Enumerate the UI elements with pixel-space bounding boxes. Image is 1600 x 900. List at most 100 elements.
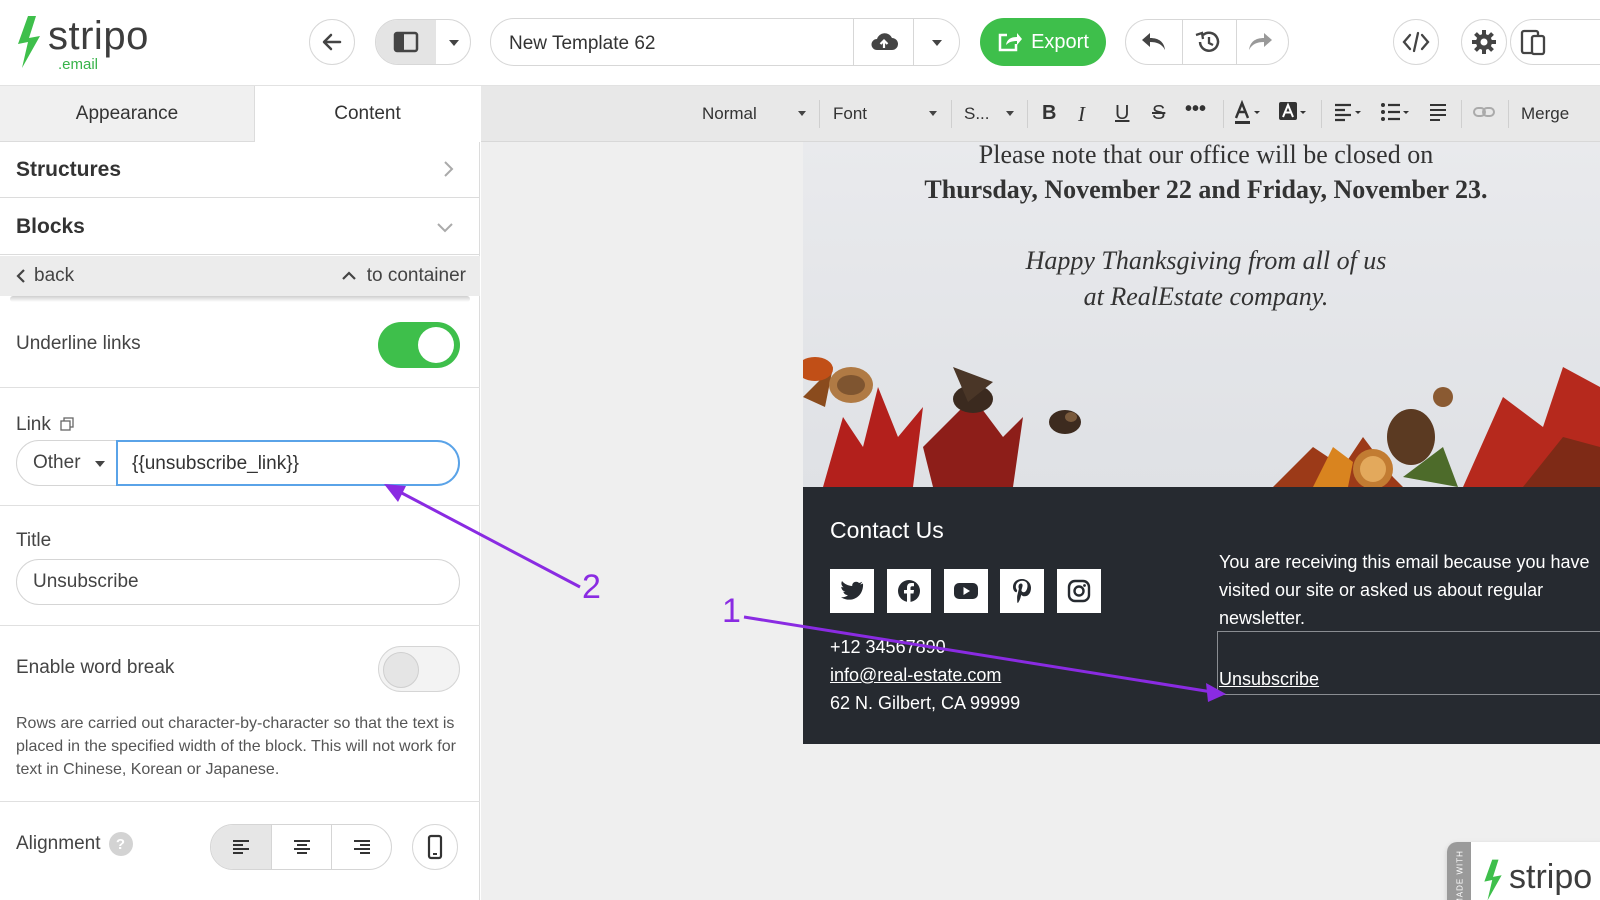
chevron-left-icon [16,269,25,283]
settings-button[interactable] [1461,19,1507,65]
block-navigation-bar: back to container [0,256,480,296]
facebook-social-link[interactable] [887,569,931,613]
save-dropdown-caret[interactable] [932,40,942,46]
paragraph-spacing-icon [1430,104,1446,121]
notice-line-3[interactable]: Happy Thanksgiving from all of us [803,246,1600,276]
background-color-button[interactable] [1278,100,1308,131]
text-align-button[interactable] [1333,100,1365,131]
link-title-input[interactable]: Unsubscribe [16,559,460,605]
mobile-alignment-button[interactable] [412,824,458,870]
word-break-label: Enable word break [16,657,175,678]
notice-line-1[interactable]: Please note that our office will be clos… [803,142,1600,170]
contact-heading[interactable]: Contact Us [830,517,944,544]
underline-links-toggle[interactable] [378,322,460,368]
list-button[interactable] [1380,100,1412,131]
undo-button[interactable] [1140,30,1168,59]
export-button[interactable]: Export [980,18,1106,66]
copy-icon[interactable] [60,417,74,431]
notice-line-2[interactable]: Thursday, November 22 and Friday, Novemb… [803,175,1600,205]
link-url-input[interactable]: {{unsubscribe_link}} [116,440,460,486]
layout-dropdown-caret[interactable] [449,40,459,46]
email-footer[interactable]: Contact Us +12 34567890 info@real-estate… [803,487,1600,744]
logo-sub: .email [58,56,99,73]
bold-button[interactable]: B [1042,102,1056,125]
alignment-label-text: Alignment [16,833,101,854]
help-icon[interactable]: ? [108,832,133,856]
italic-button[interactable]: I [1078,102,1085,127]
insert-link-button[interactable] [1473,104,1495,124]
contact-phone[interactable]: +12 34567890 [830,637,946,658]
panel-layout-button[interactable] [376,20,436,64]
template-name-field[interactable]: New Template 62 [490,18,960,66]
made-with-label: MADE WITH [1455,850,1465,900]
to-container-label: to container [366,265,466,286]
contact-address[interactable]: 62 N. Gilbert, CA 99999 [830,693,1020,714]
youtube-social-link[interactable] [944,569,988,613]
stripo-logo[interactable]: stripo .email [14,12,164,73]
underline-links-label: Underline links [16,333,141,354]
template-name[interactable]: New Template 62 [509,33,655,55]
more-formatting-button[interactable]: ••• [1185,98,1206,121]
text-format-toolbar: Normal Font S... B I U S ••• Merge [481,86,1600,142]
twitter-icon [841,581,864,600]
font-family-select[interactable]: Font [833,104,941,124]
notice-line-4[interactable]: at RealEstate company. [803,282,1600,312]
alignment-buttons [210,824,392,870]
undo-icon [1142,33,1165,50]
strikethrough-button[interactable]: S [1152,102,1165,125]
contact-email-link[interactable]: info@real-estate.com [830,665,1001,686]
underline-button[interactable]: U [1115,102,1129,125]
facebook-icon [898,580,920,603]
sidebar-tabs: Appearance Content [0,86,480,142]
pinterest-social-link[interactable] [1000,569,1044,613]
to-container-link[interactable]: to container [341,265,466,287]
text-color-button[interactable] [1233,99,1263,131]
subscription-notice[interactable]: You are receiving this email because you… [1219,548,1600,632]
instagram-social-link[interactable] [1057,569,1101,613]
line-height-button[interactable] [1428,102,1448,129]
back-link[interactable]: back [16,265,74,287]
stripo-leaf-icon [1484,859,1502,900]
paragraph-style-select[interactable]: Normal [702,104,808,124]
structures-section[interactable]: Structures [0,142,480,198]
merge-tags-button[interactable]: Merge [1521,104,1569,124]
align-left-button[interactable] [211,825,271,869]
align-left-icon [1335,103,1361,122]
version-history-button[interactable] [1194,29,1222,60]
blocks-section[interactable]: Blocks [0,199,480,255]
caret-down-icon [1006,111,1014,116]
unsubscribe-link[interactable]: Unsubscribe [1219,669,1319,690]
align-center-button[interactable] [271,825,331,869]
twitter-social-link[interactable] [830,569,874,613]
underline-links-row: Underline links [0,304,480,388]
redo-button[interactable] [1246,30,1274,59]
link-type-select[interactable]: Other [16,440,118,486]
annotation-marker-1: 1 [722,592,741,630]
text-color-icon [1234,99,1260,124]
cloud-upload-icon [871,33,898,50]
stripo-editor: stripo .email New Template 62 Export App… [0,0,1600,900]
chevron-up-icon [341,271,356,280]
annotation-marker-2: 2 [582,568,601,606]
gear-icon [1472,30,1496,54]
align-right-button[interactable] [331,825,391,869]
closing-notice-block[interactable]: Please note that our office will be clos… [803,142,1600,487]
pinterest-icon [1013,579,1031,603]
back-button[interactable] [309,19,355,65]
align-left-icon [233,840,249,854]
settings-sidebar: Appearance Content Structures Blocks bac… [0,86,480,900]
font-size-select[interactable]: S... [964,104,1016,124]
word-break-toggle[interactable] [378,646,460,692]
code-editor-button[interactable] [1393,19,1439,65]
device-preview-toggle[interactable] [1510,19,1600,65]
tab-content[interactable]: Content [255,86,480,142]
paragraph-style-value: Normal [702,104,757,123]
badge-word: stripo [1509,858,1593,896]
caret-down-icon [95,461,105,467]
made-with-stripo-badge[interactable]: MADE WITH stripo [1447,842,1600,900]
save-to-cloud-button[interactable] [869,30,899,59]
layout-view-toggle[interactable] [375,19,471,65]
align-center-icon [293,840,310,854]
font-family-value: Font [833,104,868,123]
tab-appearance[interactable]: Appearance [0,86,255,142]
